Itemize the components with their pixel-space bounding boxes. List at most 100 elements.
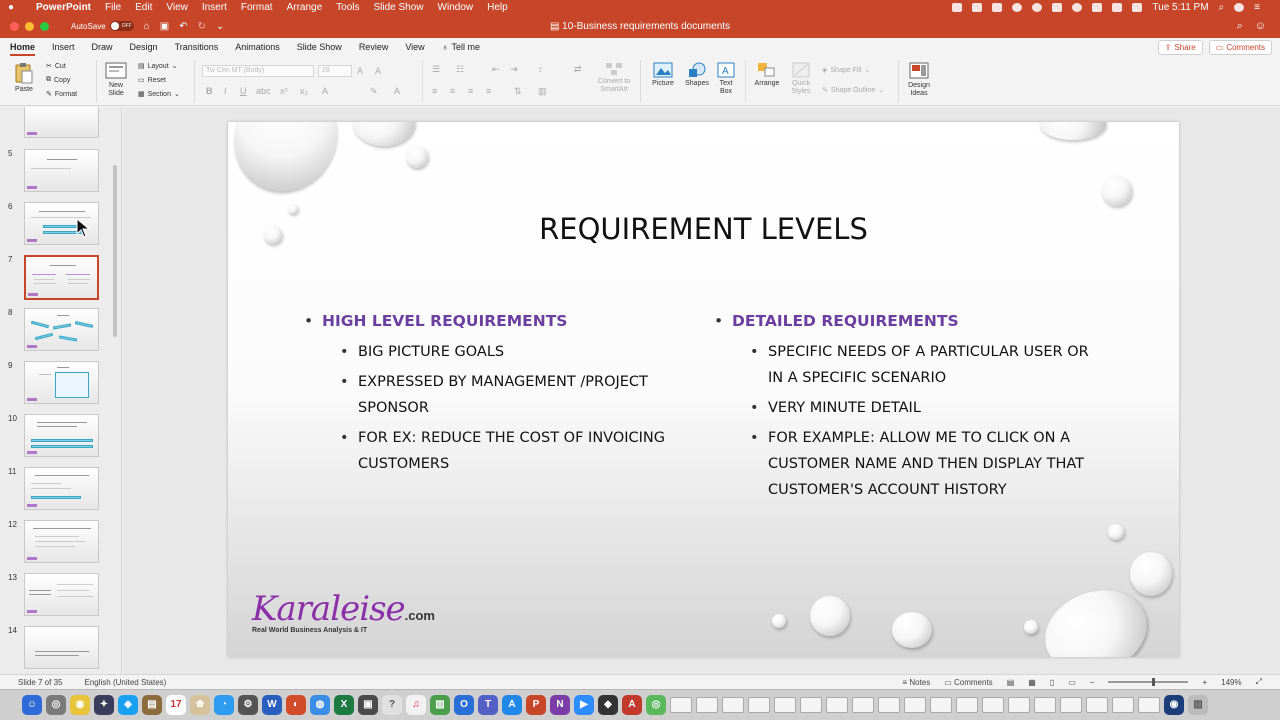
user-icon[interactable]: ☺: [1255, 20, 1266, 33]
menu-view[interactable]: View: [166, 2, 188, 13]
menubar-clock[interactable]: Tue 5:11 PM: [1152, 2, 1208, 13]
minimized-window[interactable]: [800, 697, 822, 713]
tab-view[interactable]: View: [405, 42, 424, 52]
zoom-in-icon[interactable]: +: [1202, 678, 1207, 687]
comments-status-button[interactable]: ▭ Comments: [944, 678, 992, 687]
tab-design[interactable]: Design: [130, 42, 158, 52]
minimized-window[interactable]: [774, 697, 796, 713]
tab-insert[interactable]: Insert: [52, 42, 75, 52]
format-painter-button[interactable]: ✎ Format: [46, 90, 77, 99]
paste-button[interactable]: Paste: [12, 62, 36, 93]
subscript-icon[interactable]: x₂: [300, 86, 308, 96]
messages-icon[interactable]: ◔: [214, 695, 234, 715]
language-indicator[interactable]: English (United States): [84, 678, 166, 687]
close-window-button[interactable]: [10, 21, 19, 31]
picture-button[interactable]: Picture: [648, 62, 678, 87]
trash-icon[interactable]: ▥: [1188, 695, 1208, 715]
slide-sorter-icon[interactable]: ▦: [1028, 678, 1036, 687]
video-icon[interactable]: [972, 2, 983, 12]
outlook-icon[interactable]: O: [454, 695, 474, 715]
menubar-app-name[interactable]: PowerPoint: [36, 2, 91, 13]
zoom-slider[interactable]: [1108, 678, 1189, 686]
columns-icon[interactable]: ▥: [538, 86, 547, 97]
shape-fill-button[interactable]: ◈ Shape Fill ⌄: [822, 66, 870, 75]
launchpad-icon[interactable]: ◎: [46, 695, 66, 715]
search-icon[interactable]: ⌕: [1237, 20, 1243, 33]
slide-thumbnail-7[interactable]: 7: [0, 255, 112, 305]
slide-thumbnail-6[interactable]: 6: [0, 202, 112, 252]
shape-outline-button[interactable]: ✎ Shape Outline ⌄: [822, 86, 884, 95]
slide-thumbnail-12[interactable]: 12: [0, 520, 112, 570]
minimized-window[interactable]: [852, 697, 874, 713]
wifi-icon[interactable]: [1092, 2, 1103, 12]
normal-view-icon[interactable]: ▤: [1007, 678, 1015, 687]
volume-icon[interactable]: [1112, 2, 1123, 12]
slide-thumbnail-10[interactable]: 10: [0, 414, 112, 464]
menu-arrange[interactable]: Arrange: [287, 2, 323, 13]
dropbox-icon[interactable]: [992, 2, 1003, 12]
minimized-window[interactable]: [1034, 697, 1056, 713]
align-left-icon[interactable]: ≡: [432, 86, 437, 96]
minimized-window[interactable]: [1138, 697, 1160, 713]
compass-icon[interactable]: ✦: [94, 695, 114, 715]
notes-button[interactable]: ≡ Notes: [902, 678, 930, 687]
justify-icon[interactable]: ≡: [486, 86, 491, 96]
tab-review[interactable]: Review: [359, 42, 389, 52]
cloud-icon[interactable]: [1052, 2, 1063, 12]
slide-thumbnail-5[interactable]: 5: [0, 149, 112, 199]
tab-draw[interactable]: Draw: [92, 42, 113, 52]
minimized-window[interactable]: [696, 697, 718, 713]
app-store-icon[interactable]: A: [502, 695, 522, 715]
arrange-button[interactable]: Arrange: [752, 62, 782, 87]
font-name-box[interactable]: Tw Cen MT (Body): [202, 65, 314, 77]
numbers-icon[interactable]: ▥: [430, 695, 450, 715]
tell-me-box[interactable]: ♁ Tell me: [442, 42, 480, 52]
slide-thumbnails-panel[interactable]: 5 6 7 8 9 10 11 12 13 14: [0, 107, 122, 674]
font-color-icon[interactable]: A: [394, 86, 400, 96]
menu-tools[interactable]: Tools: [336, 2, 359, 13]
minimized-window[interactable]: [670, 697, 692, 713]
undo-icon[interactable]: ↶: [179, 21, 187, 32]
fit-to-window-icon[interactable]: ⤢: [1256, 677, 1262, 687]
teams-icon[interactable]: T: [478, 695, 498, 715]
notes-app-icon[interactable]: ▤: [142, 695, 162, 715]
slide-thumbnail-14[interactable]: 14: [0, 626, 112, 674]
text-direction-icon[interactable]: ⇅: [514, 86, 522, 97]
menu-edit[interactable]: Edit: [135, 2, 152, 13]
autosave-toggle[interactable]: OFF: [109, 21, 134, 31]
photos-icon[interactable]: ❀: [190, 695, 210, 715]
layout-button[interactable]: ▤ Layout ⌄: [138, 62, 178, 71]
tab-transitions[interactable]: Transitions: [175, 42, 219, 52]
camtasia-icon[interactable]: ◆: [598, 695, 618, 715]
comments-button[interactable]: ▭ Comments: [1208, 39, 1272, 55]
font-size-box[interactable]: 28: [318, 65, 352, 77]
excel-icon[interactable]: X: [334, 695, 354, 715]
battery-icon[interactable]: [1132, 2, 1143, 12]
time-machine-icon[interactable]: [1072, 2, 1083, 12]
tab-home[interactable]: Home: [10, 42, 36, 56]
shapes-button[interactable]: Shapes: [682, 62, 712, 87]
decrease-indent-icon[interactable]: ⇤: [492, 64, 500, 75]
minimized-window[interactable]: [1086, 697, 1108, 713]
app-icon[interactable]: ◎: [646, 695, 666, 715]
minimized-window[interactable]: [826, 697, 848, 713]
zoom-out-icon[interactable]: −: [1090, 678, 1095, 687]
menu-insert[interactable]: Insert: [202, 2, 227, 13]
minimized-window[interactable]: [1060, 697, 1082, 713]
minimized-window[interactable]: [1008, 697, 1030, 713]
minimized-window[interactable]: [878, 697, 900, 713]
safari-icon[interactable]: ◈: [118, 695, 138, 715]
slide-thumbnail-9[interactable]: 9: [0, 361, 112, 411]
numbering-icon[interactable]: ☷: [456, 64, 464, 75]
calendar-icon[interactable]: 17: [166, 695, 186, 715]
thumbnails-scrollbar[interactable]: [113, 165, 117, 337]
slide-thumbnail-13[interactable]: 13: [0, 573, 112, 623]
spotlight-search-icon[interactable]: ⌕: [1219, 2, 1225, 13]
cut-button[interactable]: ✂ Cut: [46, 62, 66, 71]
settings-icon[interactable]: ⚙: [238, 695, 258, 715]
grammarly-icon[interactable]: [1032, 2, 1043, 12]
terminal-icon[interactable]: ▣: [358, 695, 378, 715]
redo-icon[interactable]: ↻: [198, 21, 206, 32]
reset-button[interactable]: ▭ Reset: [138, 76, 166, 85]
photo-booth-icon[interactable]: ◐: [286, 695, 306, 715]
